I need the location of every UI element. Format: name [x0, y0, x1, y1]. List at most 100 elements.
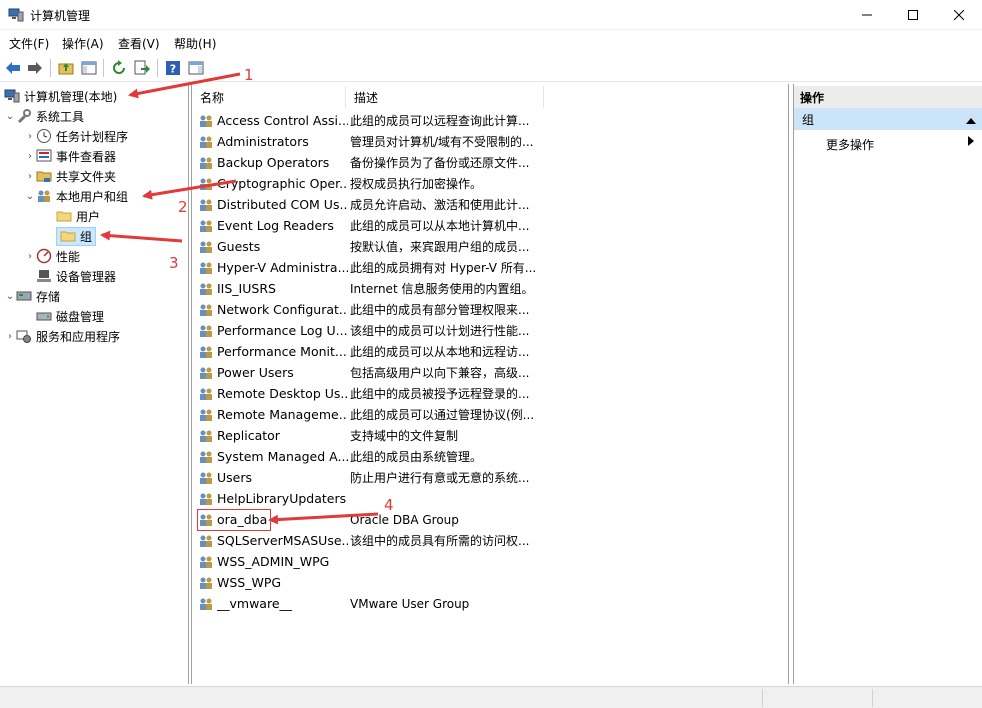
more-actions-item[interactable]: 更多操作 [826, 136, 874, 153]
storage-icon [16, 288, 32, 304]
console-tree: 计算机管理(本地) ⌄ 系统工具 › 任务计划程序 › 事件查看器 › 共享文件… [0, 84, 189, 684]
tree-item-storage[interactable]: ⌄ 存储 [4, 286, 60, 306]
table-row[interactable]: Remote Manageme... 此组的成员可以通过管理协议(例... [198, 404, 778, 425]
table-row[interactable]: HelpLibraryUpdaters [198, 488, 778, 509]
group-description: 此组中的成员被授予远程登录的... [350, 387, 530, 401]
table-row[interactable]: WSS_WPG [198, 572, 778, 593]
minimize-button[interactable] [844, 0, 890, 30]
folder-icon [60, 228, 76, 244]
help-button[interactable]: ? [164, 59, 182, 77]
table-row[interactable]: Guests 按默认值，来宾跟用户组的成员... [198, 236, 778, 257]
table-row[interactable]: __vmware__ VMware User Group [198, 593, 778, 614]
action-pane-icon [188, 61, 204, 75]
group-name: Users [217, 470, 253, 485]
disk-icon [36, 308, 52, 324]
back-button[interactable] [4, 59, 22, 77]
ora-dba-highlight-box [197, 509, 271, 531]
tree-item-computer-management[interactable]: 计算机管理(本地) [4, 86, 117, 106]
column-header-name[interactable]: 名称 [192, 86, 346, 108]
export-list-button[interactable] [133, 59, 151, 77]
show-hide-action-pane-button[interactable] [187, 59, 205, 77]
table-row[interactable]: Performance Monit... 此组的成员可以从本地和远程访... [198, 341, 778, 362]
up-level-button[interactable] [57, 59, 75, 77]
table-row[interactable]: WSS_ADMIN_WPG [198, 551, 778, 572]
tree-item-event-viewer[interactable]: › 事件查看器 [24, 146, 116, 166]
table-row[interactable]: ora_dba Oracle DBA Group [198, 509, 778, 530]
group-description: 防止用户进行有意或无意的系统... [350, 471, 530, 485]
menu-view[interactable]: 查看(V) [118, 35, 160, 52]
toolbar-separator [103, 59, 104, 77]
tree-item-task-scheduler[interactable]: › 任务计划程序 [24, 126, 128, 146]
table-row[interactable]: IIS_IUSRS Internet 信息服务使用的内置组。 [198, 278, 778, 299]
tree-item-system-tools[interactable]: ⌄ 系统工具 [4, 106, 84, 126]
group-icon [198, 533, 214, 549]
group-name: Cryptographic Oper... [217, 176, 348, 191]
forward-arrow-icon [28, 62, 42, 74]
group-description: Oracle DBA Group [350, 512, 459, 527]
group-icon [198, 323, 214, 339]
column-header-description[interactable]: 描述 [346, 86, 544, 108]
show-hide-tree-button[interactable] [80, 59, 98, 77]
tree-item-shared-folders[interactable]: › 共享文件夹 [24, 166, 116, 186]
tree-label: 性能 [56, 249, 81, 264]
table-row[interactable]: Replicator 支持域中的文件复制 [198, 425, 778, 446]
table-row[interactable]: Backup Operators 备份操作员为了备份或还原文件... [198, 152, 778, 173]
group-icon [198, 218, 214, 234]
group-name: Distributed COM Us... [217, 197, 348, 212]
menu-action[interactable]: 操作(A) [62, 35, 104, 52]
chevron-right-icon[interactable]: › [24, 251, 36, 262]
close-button[interactable] [936, 0, 982, 30]
collapse-up-icon[interactable] [966, 114, 976, 128]
menu-file[interactable]: 文件(F) [9, 35, 49, 52]
tree-item-device-manager[interactable]: 设备管理器 [24, 266, 116, 286]
table-row[interactable]: Network Configurat... 此组中的成员有部分管理权限来... [198, 299, 778, 320]
table-row[interactable]: Hyper-V Administra... 此组的成员拥有对 Hyper-V 所有… [198, 257, 778, 278]
group-name: Hyper-V Administra... [217, 260, 348, 275]
group-icon [198, 575, 214, 591]
group-name: Event Log Readers [217, 218, 334, 233]
table-row[interactable]: Administrators 管理员对计算机/域有不受限制的... [198, 131, 778, 152]
table-row[interactable]: Cryptographic Oper... 授权成员执行加密操作。 [198, 173, 778, 194]
chevron-right-icon[interactable]: › [24, 171, 36, 182]
table-row[interactable]: SQLServerMSASUse... 该组中的成员具有所需的访问权... [198, 530, 778, 551]
forward-button[interactable] [26, 59, 44, 77]
chevron-right-icon[interactable]: › [24, 131, 36, 142]
toolbar: ? [0, 54, 982, 82]
table-row[interactable]: System Managed A... 此组的成员由系统管理。 [198, 446, 778, 467]
tree-item-services-apps[interactable]: › 服务和应用程序 [4, 326, 120, 346]
refresh-button[interactable] [110, 59, 128, 77]
table-row[interactable]: Remote Desktop Us... 此组中的成员被授予远程登录的... [198, 383, 778, 404]
tree-item-local-users-groups[interactable]: ⌄ 本地用户和组 [24, 186, 128, 206]
annotation-number-2: 2 [178, 198, 188, 216]
chevron-right-icon[interactable]: › [24, 151, 36, 162]
performance-icon [36, 248, 52, 264]
table-row[interactable]: Performance Log U... 该组中的成员可以计划进行性能... [198, 320, 778, 341]
services-icon [16, 328, 32, 344]
tree-item-users[interactable]: 用户 [44, 206, 100, 226]
tree-item-performance[interactable]: › 性能 [24, 246, 80, 266]
chevron-right-icon[interactable]: › [4, 331, 16, 342]
chevron-down-icon[interactable]: ⌄ [24, 191, 36, 202]
table-row[interactable]: Power Users 包括高级用户以向下兼容，高级... [198, 362, 778, 383]
table-row[interactable]: Event Log Readers 此组的成员可以从本地计算机中... [198, 215, 778, 236]
tree-item-disk-management[interactable]: 磁盘管理 [24, 306, 104, 326]
table-row[interactable]: Distributed COM Us... 成员允许启动、激活和使用此计... [198, 194, 778, 215]
group-icon [198, 155, 214, 171]
group-name: WSS_ADMIN_WPG [217, 554, 330, 569]
table-row[interactable]: Access Control Assi... 此组的成员可以远程查询此计算... [198, 110, 778, 131]
toolbar-separator [50, 59, 51, 77]
maximize-button[interactable] [890, 0, 936, 30]
chevron-down-icon[interactable]: ⌄ [4, 111, 16, 122]
group-icon [198, 197, 214, 213]
group-name: Administrators [217, 134, 309, 149]
group-icon [198, 596, 214, 612]
actions-group-section[interactable]: 组 [794, 108, 982, 130]
chevron-right-icon[interactable] [968, 136, 974, 149]
tree-item-groups[interactable]: 组 [44, 226, 97, 246]
menu-help[interactable]: 帮助(H) [174, 35, 216, 52]
chevron-down-icon[interactable]: ⌄ [4, 291, 16, 302]
table-row[interactable]: Users 防止用户进行有意或无意的系统... [198, 467, 778, 488]
close-icon [954, 10, 964, 20]
group-name: Power Users [217, 365, 294, 380]
group-description: 此组的成员可以通过管理协议(例... [350, 408, 535, 422]
